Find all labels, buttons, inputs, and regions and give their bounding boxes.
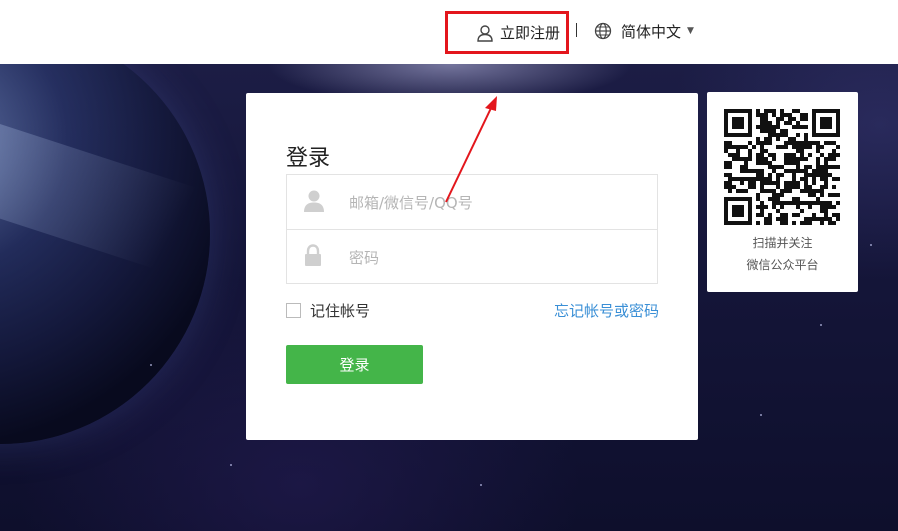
remember-account[interactable]: 记住帐号	[286, 300, 370, 321]
star	[480, 484, 482, 486]
credentials-group	[286, 174, 658, 284]
qr-panel: 扫描并关注 微信公众平台	[707, 92, 858, 292]
remember-checkbox[interactable]	[286, 303, 301, 318]
register-link[interactable]: 立即注册	[445, 11, 569, 54]
qr-caption-line1: 扫描并关注	[752, 236, 813, 250]
login-title: 登录	[286, 146, 331, 171]
account-input[interactable]	[347, 185, 651, 221]
user-icon	[304, 190, 324, 212]
password-input[interactable]	[347, 240, 651, 276]
star	[150, 364, 152, 366]
qr-code-image	[724, 109, 840, 225]
lock-icon	[305, 244, 321, 266]
password-row	[287, 229, 657, 284]
user-icon	[477, 25, 493, 42]
star	[760, 414, 762, 416]
star	[870, 244, 872, 246]
star	[820, 324, 822, 326]
forgot-password-link[interactable]: 忘记帐号或密码	[554, 300, 659, 321]
login-panel: 登录 记住帐号 忘记帐号或密码 登录	[246, 93, 698, 440]
qr-caption-line2: 微信公众平台	[746, 258, 819, 272]
globe-icon	[594, 22, 612, 40]
top-bar: 立即注册 简体中文 ▼	[0, 0, 898, 64]
header-divider	[576, 23, 577, 37]
remember-label: 记住帐号	[310, 302, 371, 320]
language-selector[interactable]: 简体中文 ▼	[594, 20, 694, 42]
caret-down-icon: ▼	[687, 26, 694, 36]
language-label: 简体中文	[621, 22, 682, 41]
star	[230, 464, 232, 466]
account-row	[287, 175, 657, 229]
register-label: 立即注册	[500, 24, 561, 42]
login-button[interactable]: 登录	[286, 345, 423, 384]
